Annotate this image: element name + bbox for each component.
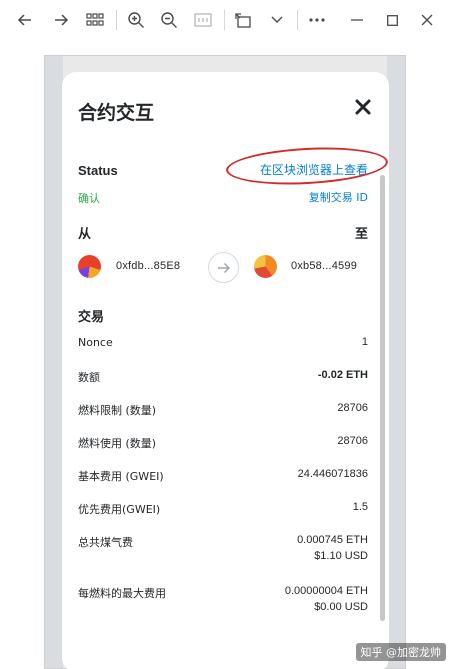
- gas-used-value: 28706: [337, 435, 368, 447]
- arrow-right-icon: [208, 252, 239, 283]
- max-fee-per-gas-eth: 0.00000004 ETH: [284, 585, 368, 597]
- highlight-annotation: [225, 143, 389, 189]
- frame-edge-left: [45, 56, 63, 668]
- toolbar-divider: [224, 10, 225, 30]
- total-gas-fee-eth: 0.000745 ETH: [297, 534, 368, 546]
- to-account-avatar: [254, 255, 277, 278]
- total-gas-fee-usd: $1.10 USD: [314, 550, 368, 562]
- rotate-icon[interactable]: [232, 9, 254, 31]
- forward-arrow-icon[interactable]: [50, 9, 72, 31]
- minimize-icon[interactable]: [346, 9, 368, 31]
- copy-transaction-id-link[interactable]: 复制交易 ID: [309, 189, 368, 205]
- gas-used-label: 燃料使用 (数量): [78, 437, 157, 450]
- priority-fee-label: 优先费用(GWEI): [78, 503, 161, 516]
- to-label: 至: [354, 227, 368, 242]
- zoom-in-icon[interactable]: [125, 9, 147, 31]
- nonce-label: Nonce: [78, 336, 113, 349]
- gas-limit-label: 燃料限制 (数量): [78, 404, 157, 417]
- maximize-icon[interactable]: [381, 9, 403, 31]
- chevron-down-icon[interactable]: [266, 9, 288, 31]
- back-arrow-icon[interactable]: [14, 9, 36, 31]
- status-label: Status: [78, 163, 118, 178]
- max-fee-per-gas-usd: $0.00 USD: [314, 601, 368, 613]
- grid-view-icon[interactable]: [84, 9, 106, 31]
- window-close-icon[interactable]: [416, 9, 438, 31]
- close-icon[interactable]: [353, 97, 373, 117]
- total-gas-fee-label: 总共煤气费: [78, 536, 133, 549]
- from-label: 从: [78, 227, 92, 242]
- from-address[interactable]: 0xfdb...85E8: [116, 260, 180, 272]
- toolbar-divider: [297, 10, 298, 30]
- to-address[interactable]: 0xb58...4599: [291, 260, 357, 272]
- watermark-text: 知乎 @加密龙帅: [360, 646, 442, 659]
- transaction-details-modal: 合约交互 Status 在区块浏览器上查看 确认 复制交易 ID 从 至 0xf…: [62, 72, 389, 669]
- watermark: 知乎 @加密龙帅: [355, 643, 446, 661]
- max-fee-per-gas-label: 每燃料的最大费用: [78, 587, 166, 600]
- transaction-section-label: 交易: [78, 310, 105, 325]
- nonce-value: 1: [361, 336, 368, 348]
- status-badge: 确认: [78, 192, 100, 205]
- toolbar-divider: [116, 10, 117, 30]
- base-fee-value: 24.446071836: [297, 468, 368, 480]
- amount-value: -0.02 ETH: [317, 369, 368, 381]
- priority-fee-value: 1.5: [352, 501, 368, 513]
- modal-scrollbar[interactable]: [380, 175, 385, 621]
- more-options-icon[interactable]: [306, 9, 328, 31]
- frame-edge-right: [387, 56, 405, 668]
- gas-limit-value: 28706: [337, 402, 368, 414]
- base-fee-label: 基本费用 (GWEI): [78, 470, 164, 483]
- from-account-avatar: [78, 255, 101, 278]
- viewer-toolbar: [0, 0, 452, 40]
- amount-label: 数额: [78, 371, 100, 384]
- modal-title: 合约交互: [78, 102, 155, 124]
- actual-size-icon[interactable]: [192, 9, 214, 31]
- zoom-out-icon[interactable]: [158, 9, 180, 31]
